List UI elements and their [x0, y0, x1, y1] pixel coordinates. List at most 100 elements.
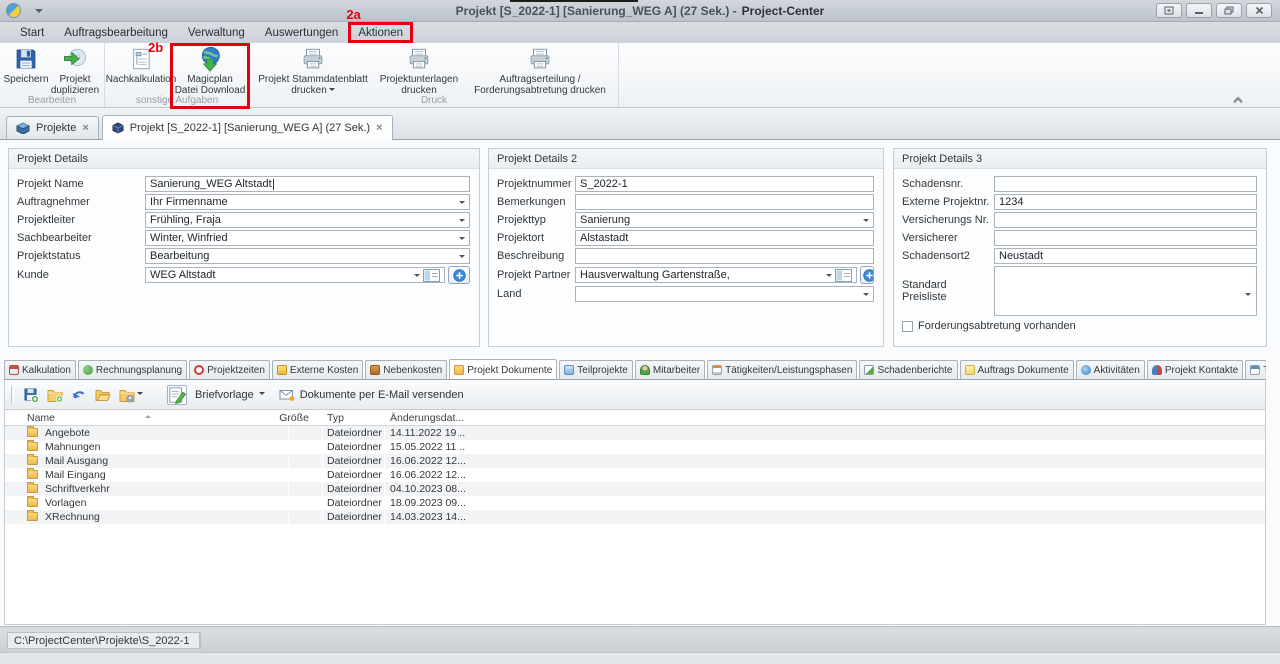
field-label: Projektleiter	[17, 214, 145, 226]
toolbar-grip[interactable]	[11, 386, 14, 404]
open-folder-button[interactable]	[94, 386, 112, 404]
undo-button[interactable]	[70, 386, 88, 404]
schadensnr-input[interactable]	[994, 176, 1257, 192]
table-row[interactable]: Schriftverkehr Dateiordner04.10.2023 08.…	[5, 482, 1265, 496]
combo-caret-icon[interactable]	[826, 274, 832, 280]
projekttyp-combobox[interactable]: Sanierung	[575, 212, 874, 228]
tab-auftrags-dokumente[interactable]: Auftrags Dokumente	[960, 360, 1074, 379]
tab-rechnungsplanung[interactable]: Rechnungsplanung	[78, 360, 187, 379]
column-header-modified[interactable]: Änderungsdat...	[390, 412, 464, 424]
auftragserteilung-drucken-button[interactable]: Auftragserteilung /Forderungsabtretung d…	[465, 45, 615, 96]
tab-kalkulation[interactable]: Kalkulation	[4, 360, 76, 379]
table-row[interactable]: Angebote Dateiordner14.11.2022 19...	[5, 426, 1265, 440]
tab-projekt-detail[interactable]: Projekt [S_2022-1] [Sanierung_WEG A] (27…	[102, 115, 393, 140]
menu-verwaltung[interactable]: Verwaltung	[178, 22, 255, 43]
contact-card-icon[interactable]	[835, 269, 852, 282]
table-row[interactable]: Mahnungen Dateiordner15.05.2022 11...	[5, 440, 1265, 454]
add-kunde-button[interactable]	[448, 266, 470, 284]
fullscreen-button[interactable]	[1156, 3, 1182, 18]
table-row[interactable]: Vorlagen Dateiordner18.09.2023 09...	[5, 496, 1265, 510]
save-document-button[interactable]	[22, 386, 40, 404]
speichern-button[interactable]: Speichern	[3, 45, 49, 85]
tab-termine[interactable]: Termine	[1245, 360, 1266, 379]
projekt-partner-combobox[interactable]: Hausverwaltung Gartenstraße,	[575, 267, 857, 283]
projektunterlagen-drucken-button[interactable]: Projektunterlagendrucken	[373, 45, 465, 96]
projektstatus-combobox[interactable]: Bearbeitung	[145, 248, 470, 264]
tab-projektzeiten[interactable]: Projektzeiten	[189, 360, 270, 379]
menu-auswertungen[interactable]: Auswertungen	[255, 22, 349, 43]
projektort-input[interactable]: Alstastadt	[575, 230, 874, 246]
stammdatenblatt-drucken-button[interactable]: Projekt Stammdatenblatt drucken	[253, 45, 373, 96]
document-tab-strip: Projekte × Projekt [S_2022-1] [Sanierung…	[0, 108, 1280, 140]
contact-card-icon[interactable]	[423, 269, 440, 282]
email-documents-button[interactable]: Dokumente per E-Mail versenden	[272, 385, 471, 405]
tab-nebenkosten[interactable]: Nebenkosten	[365, 360, 447, 379]
table-row[interactable]: Mail Ausgang Dateiordner16.06.2022 12...	[5, 454, 1265, 468]
table-row[interactable]: Mail Eingang Dateiordner16.06.2022 12...	[5, 468, 1265, 482]
minimize-button[interactable]	[1186, 3, 1212, 18]
auftragnehmer-combobox[interactable]: Ihr Firmenname	[145, 194, 470, 210]
schadensort2-input[interactable]: Neustadt	[994, 248, 1257, 264]
app-logo-icon[interactable]	[6, 3, 21, 18]
sachbearbeiter-combobox[interactable]: Winter, Winfried	[145, 230, 470, 246]
menu-aktionen[interactable]: 2a Aktionen	[348, 22, 413, 43]
close-button[interactable]	[1246, 3, 1272, 18]
standard-preisliste-combobox[interactable]	[994, 266, 1257, 316]
nachkalkulation-button[interactable]: Nachkalkulation	[108, 45, 174, 85]
tab-taetigkeiten[interactable]: Tätigkeiten/Leistungsphasen	[707, 360, 857, 379]
tab-schadenberichte[interactable]: Schadenberichte	[859, 360, 957, 379]
projekt-duplizieren-button[interactable]: Projektduplizieren	[49, 45, 101, 96]
projektleiter-combobox[interactable]: Frühling, Fraja	[145, 212, 470, 228]
restore-button[interactable]	[1216, 3, 1242, 18]
land-combobox[interactable]	[575, 286, 874, 302]
briefvorlage-button[interactable]: Briefvorlage	[157, 383, 272, 407]
folder-options-button[interactable]	[118, 386, 144, 404]
magicplan-datei-download-button[interactable]: 2b MagicplanDatei Download	[174, 45, 246, 96]
tab-projekt-dokumente[interactable]: Projekt Dokumente	[449, 359, 557, 380]
add-folder-button[interactable]	[46, 386, 64, 404]
externe-projektnr-input[interactable]: 1234	[994, 194, 1257, 210]
combo-caret-icon[interactable]	[459, 237, 465, 243]
tab-externe-kosten[interactable]: Externe Kosten	[272, 360, 363, 379]
menu-start[interactable]: Start	[10, 22, 54, 43]
activity-icon	[1081, 365, 1091, 375]
tab-aktivitaeten[interactable]: Aktivitäten	[1076, 360, 1145, 379]
field-label: Kunde	[17, 269, 145, 281]
versicherer-input[interactable]	[994, 230, 1257, 246]
add-projekt-partner-button[interactable]	[860, 266, 874, 284]
tab-projekt-kontakte[interactable]: Projekt Kontakte	[1147, 360, 1243, 379]
table-row[interactable]: XRechnung Dateiordner14.03.2023 14...	[5, 510, 1265, 524]
projektnummer-input[interactable]: S_2022-1	[575, 176, 874, 192]
tab-projekte[interactable]: Projekte ×	[6, 116, 99, 139]
column-header-name[interactable]: Name	[27, 412, 55, 424]
combo-caret-icon[interactable]	[459, 255, 465, 261]
column-header-size[interactable]: Größe	[265, 412, 309, 424]
combo-caret-icon[interactable]	[459, 201, 465, 207]
combo-caret-icon[interactable]	[1245, 293, 1251, 299]
projekt-name-input[interactable]: Sanierung_WEG Altstadt	[145, 176, 470, 192]
close-tab-icon[interactable]: ×	[376, 123, 382, 133]
tab-teilprojekte[interactable]: Teilprojekte	[559, 360, 633, 379]
folder-icon	[27, 498, 38, 507]
email-documents-label: Dokumente per E-Mail versenden	[300, 389, 464, 401]
collapse-ribbon-icon[interactable]	[1232, 95, 1244, 103]
versicherungs-nr-input[interactable]	[994, 212, 1257, 228]
status-bar: C:\ProjectCenter\Projekte\S_2022-1	[0, 626, 1280, 652]
field-label: Projektnummer	[497, 178, 575, 190]
combo-caret-icon[interactable]	[459, 219, 465, 225]
combo-caret-icon[interactable]	[414, 274, 420, 280]
forderungsabtretung-checkbox[interactable]	[902, 321, 913, 332]
main-content: Projekt Details Projekt Name Sanierung_W…	[0, 140, 1280, 626]
kunde-combobox[interactable]: WEG Altstadt	[145, 267, 445, 283]
quick-access-caret-icon[interactable]	[35, 9, 43, 17]
combo-caret-icon[interactable]	[863, 219, 869, 225]
detail-tab-strip: Kalkulation Rechnungsplanung Projektzeit…	[4, 359, 1266, 380]
tab-mitarbeiter[interactable]: Mitarbeiter	[635, 360, 705, 379]
combo-caret-icon[interactable]	[863, 293, 869, 299]
beschreibung-input[interactable]	[575, 248, 874, 264]
column-header-type[interactable]: Typ	[327, 412, 344, 424]
close-tab-icon[interactable]: ×	[82, 123, 88, 133]
bemerkungen-input[interactable]	[575, 194, 874, 210]
documents-file-table: Name Größe Typ Änderungsdat... Angebote …	[4, 410, 1266, 625]
project-tab-icon	[112, 122, 124, 134]
